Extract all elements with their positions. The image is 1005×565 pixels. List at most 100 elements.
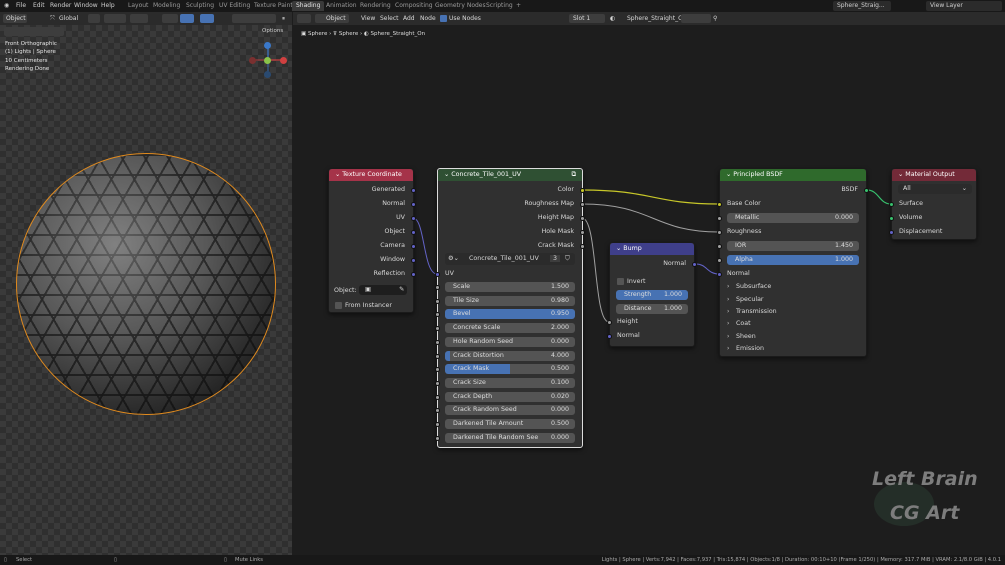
group-param-field[interactable]: Bevel 0.950 (445, 309, 575, 320)
input-socket-alpha[interactable] (717, 258, 722, 263)
texture-coordinate-node[interactable]: ⌄ Texture Coordinate Generated Normal UV… (328, 168, 416, 313)
input-socket-group-param[interactable] (435, 353, 440, 359)
bsdf-node-header[interactable]: ⌄ Principled BSDF (720, 169, 866, 181)
group-param-field[interactable]: Crack Size 0.100 (445, 377, 575, 388)
group-param-field[interactable]: Crack Random Seed 0.000 (445, 405, 575, 416)
blender-logo-icon[interactable]: ◉ (4, 2, 9, 9)
menu-edit[interactable]: Edit (33, 2, 45, 9)
input-socket-group-param[interactable] (435, 326, 440, 332)
gizmo-z-axis[interactable] (264, 42, 271, 49)
editor-type-icon[interactable] (297, 14, 311, 23)
input-socket-group-param[interactable] (435, 285, 440, 290)
users-count[interactable]: 3 (550, 255, 561, 262)
input-socket-group-param[interactable] (435, 298, 440, 304)
tab-uv-editing[interactable]: UV Editing (215, 1, 254, 11)
input-socket-group-param[interactable] (435, 367, 440, 373)
panel-transmission[interactable]: Transmission (736, 308, 777, 315)
gizmo-x-axis[interactable] (280, 57, 287, 64)
eyedropper-icon[interactable]: ✎ (399, 286, 404, 293)
show-gizmo-icon[interactable] (180, 14, 194, 23)
node-editor-canvas[interactable]: ▣ Sphere › ⊽ Sphere › ◐ Sphere_Straight_… (293, 25, 1005, 555)
material-output-header[interactable]: ⌄ Material Output (892, 169, 976, 181)
invert-checkbox[interactable] (617, 278, 624, 285)
output-socket-crack-mask[interactable] (580, 244, 585, 249)
menu-window[interactable]: Window (74, 2, 98, 9)
menu-node[interactable]: Node (420, 15, 436, 22)
menu-add[interactable]: Add (403, 15, 415, 22)
bump-node[interactable]: ⌄ Bump Normal Invert Strength 1.000 Dist… (607, 242, 697, 347)
group-node-header[interactable]: ⌄ Concrete_Tile_001_UV ⧉ (438, 169, 582, 181)
pivot-point-icon[interactable] (88, 14, 100, 23)
texture-coordinate-header[interactable]: ⌄ Texture Coordinate (329, 169, 413, 181)
scene-selector[interactable]: Sphere_Straig... (833, 1, 891, 11)
panel-emission[interactable]: Emission (736, 345, 764, 352)
group-param-field[interactable]: Crack Depth 0.020 (445, 391, 575, 402)
input-socket-base-color[interactable] (717, 202, 722, 207)
expand-chevron-icon[interactable]: › (727, 308, 729, 315)
output-socket-bump-normal[interactable] (692, 262, 697, 267)
input-socket-uv[interactable] (435, 272, 440, 277)
material-output-node[interactable]: ⌄ Material Output All ⌄ Surface Volume D… (889, 168, 977, 240)
output-socket-camera[interactable] (411, 244, 416, 249)
output-socket-window[interactable] (411, 258, 416, 263)
sphere-object[interactable] (16, 153, 276, 415)
input-socket-group-param[interactable] (435, 394, 440, 400)
group-param-field[interactable]: Scale 1.500 (445, 282, 575, 292)
alpha-field[interactable]: Alpha 1.000 (727, 255, 859, 265)
input-socket-bump-normal[interactable] (607, 334, 612, 339)
pin-icon[interactable]: ⚲ (713, 15, 717, 22)
pause-icon[interactable]: ⏸ (282, 15, 285, 23)
output-socket-object[interactable] (411, 230, 416, 235)
input-socket-ior[interactable] (717, 244, 722, 249)
tool-selector-buttons[interactable] (4, 27, 64, 36)
tab-geometry-nodes[interactable]: Geometry Nodes (431, 1, 490, 11)
input-socket-group-param[interactable] (435, 435, 440, 441)
concrete-tile-group-node[interactable]: ⌄ Concrete_Tile_001_UV ⧉ Color Roughness… (435, 168, 585, 448)
group-param-field[interactable]: Crack Distortion 4.000 (445, 350, 575, 361)
transform-orientation-dropdown[interactable]: Global (59, 15, 78, 22)
group-param-field[interactable]: Crack Mask 0.500 (445, 364, 575, 375)
add-workspace-icon[interactable]: + (512, 1, 525, 11)
input-socket-displacement[interactable] (889, 230, 894, 235)
metallic-field[interactable]: Metallic 0.000 (727, 213, 859, 223)
snap-toggle[interactable] (104, 14, 126, 23)
input-socket-group-param[interactable] (435, 312, 440, 318)
output-socket-normal[interactable] (411, 202, 416, 207)
panel-specular[interactable]: Specular (736, 296, 764, 303)
group-param-field[interactable]: Concrete Scale 2.000 (445, 323, 575, 334)
menu-view[interactable]: View (361, 15, 375, 22)
ior-field[interactable]: IOR 1.450 (727, 241, 859, 251)
output-socket-reflection[interactable] (411, 272, 416, 277)
menu-render[interactable]: Render (50, 2, 71, 9)
output-socket-height-map[interactable] (580, 216, 585, 221)
tab-animation[interactable]: Animation (322, 1, 361, 11)
input-socket-group-param[interactable] (435, 422, 440, 427)
output-socket-color[interactable] (580, 188, 585, 193)
proportional-edit-toggle[interactable] (130, 14, 148, 23)
input-socket-group-param[interactable] (435, 408, 440, 414)
input-socket-normal[interactable] (717, 272, 722, 277)
input-socket-volume[interactable] (889, 216, 894, 221)
transform-orientation-icon[interactable]: ⤧ (50, 15, 55, 23)
tab-shading[interactable]: Shading (292, 1, 325, 11)
output-socket-uv[interactable] (411, 216, 416, 221)
tab-rendering[interactable]: Rendering (356, 1, 395, 11)
group-param-field[interactable]: Hole Random Seed 0.000 (445, 336, 575, 347)
expand-chevron-icon[interactable]: › (727, 320, 729, 327)
menu-select[interactable]: Select (380, 15, 399, 22)
3d-viewport[interactable]: Options Front Orthographic (1) Lights | … (0, 25, 292, 555)
output-socket-generated[interactable] (411, 188, 416, 193)
panel-coat[interactable]: Coat (736, 320, 751, 327)
strength-field[interactable]: Strength 1.000 (616, 290, 688, 300)
show-overlays-icon[interactable] (200, 14, 214, 23)
panel-subsurface[interactable]: Subsurface (736, 283, 771, 290)
input-socket-surface[interactable] (889, 202, 894, 207)
output-socket-hole-mask[interactable] (580, 230, 585, 235)
from-instancer-checkbox[interactable] (335, 302, 342, 309)
tab-modeling[interactable]: Modeling (149, 1, 184, 11)
output-socket-bsdf[interactable] (864, 188, 869, 193)
tab-sculpting[interactable]: Sculpting (182, 1, 218, 11)
material-sphere-icon[interactable]: ◐ (610, 15, 615, 22)
input-socket-roughness[interactable] (717, 230, 722, 235)
group-param-field[interactable]: Tile Size 0.980 (445, 295, 575, 306)
